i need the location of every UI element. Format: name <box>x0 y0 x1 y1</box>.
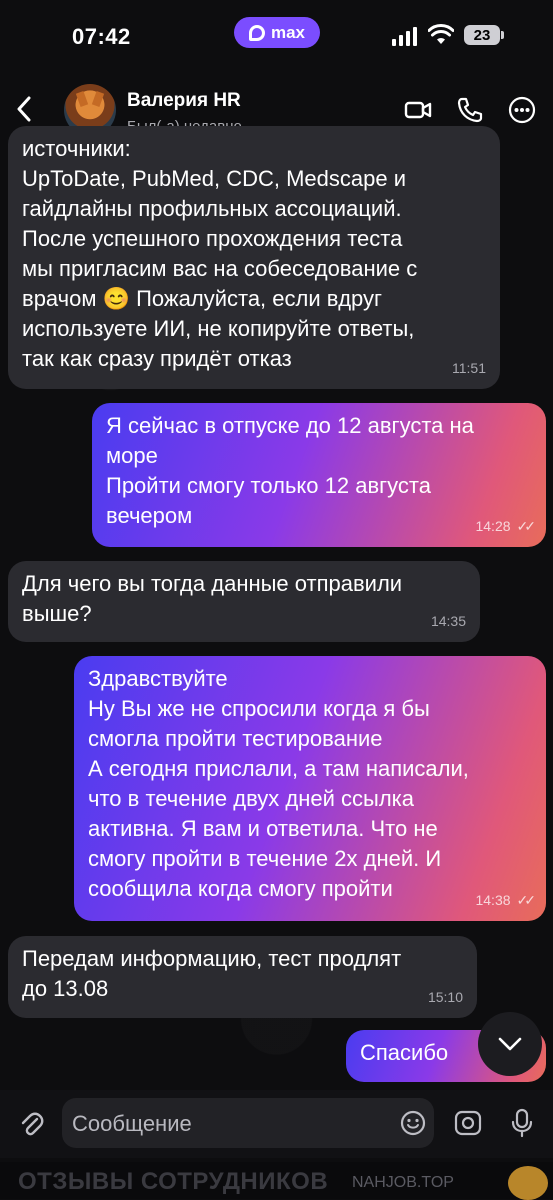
camera-icon[interactable] <box>454 1110 482 1136</box>
video-call-icon[interactable] <box>404 96 432 124</box>
status-bar: 07:42 max 23 <box>0 0 553 72</box>
watermark-footer: ОТЗЫВЫ СОТРУДНИКОВ NAHJOB.TOP <box>0 1162 553 1200</box>
watermark-site: NAHJOB.TOP <box>352 1174 454 1191</box>
wifi-icon <box>428 24 454 44</box>
message-text: Передам информацию, тест продлят до 13.0… <box>22 946 402 1001</box>
message-composer <box>0 1090 553 1158</box>
back-button[interactable] <box>16 96 32 125</box>
message-incoming[interactable]: источники: UpToDate, PubMed, CDC, Medsca… <box>8 126 500 389</box>
microphone-icon[interactable] <box>510 1108 534 1138</box>
message-text: Для чего вы тогда данные отправили выше? <box>22 571 403 626</box>
read-checks-icon: ✓✓ <box>516 892 537 908</box>
watermark-emoji-icon <box>508 1166 548 1200</box>
max-app-badge[interactable]: max <box>234 17 320 48</box>
message-time: 11:51 <box>452 360 486 376</box>
message-text: Спасибо <box>360 1040 449 1065</box>
watermark-brand: ОТЗЫВЫ СОТРУДНИКОВ <box>18 1168 329 1195</box>
status-time: 07:42 <box>72 24 131 49</box>
battery-icon: 23 <box>464 25 504 45</box>
read-checks-icon: ✓✓ <box>516 518 537 534</box>
message-input[interactable] <box>70 1108 394 1140</box>
message-time: 14:28 <box>475 518 511 534</box>
message-text: Я сейчас в отпуске до 12 августа на море… <box>106 413 474 528</box>
phone-call-icon[interactable] <box>456 96 484 124</box>
message-time: 15:10 <box>427 989 463 1005</box>
message-outgoing[interactable]: Я сейчас в отпуске до 12 августа на море… <box>92 403 546 547</box>
scroll-to-bottom-button[interactable] <box>478 1012 542 1076</box>
message-outgoing[interactable]: Здравствуйте Ну Вы же не спросили когда … <box>74 656 546 921</box>
message-incoming[interactable]: Передам информацию, тест продлят до 13.0… <box>8 936 477 1018</box>
message-text: источники: UpToDate, PubMed, CDC, Medsca… <box>22 136 418 371</box>
message-meta: 14:38 ✓✓ <box>475 885 537 915</box>
message-text: Здравствуйте Ну Вы же не спросили когда … <box>88 666 469 901</box>
cellular-signal-icon <box>392 26 417 46</box>
message-time: 14:35 <box>430 613 466 629</box>
attachment-icon[interactable] <box>18 1110 44 1138</box>
chevron-down-icon <box>498 1037 522 1051</box>
contact-name[interactable]: Валерия HR <box>127 90 241 112</box>
max-logo-icon <box>248 24 265 41</box>
emoji-icon[interactable] <box>400 1110 426 1136</box>
message-input-box <box>62 1098 434 1148</box>
chevron-left-icon <box>17 96 31 122</box>
max-badge-label: max <box>270 22 306 42</box>
message-incoming[interactable]: Для чего вы тогда данные отправили выше?… <box>8 561 480 642</box>
more-options-icon[interactable] <box>508 96 536 124</box>
message-meta: 14:28 ✓✓ <box>475 511 537 541</box>
message-time: 14:38 <box>475 892 511 908</box>
